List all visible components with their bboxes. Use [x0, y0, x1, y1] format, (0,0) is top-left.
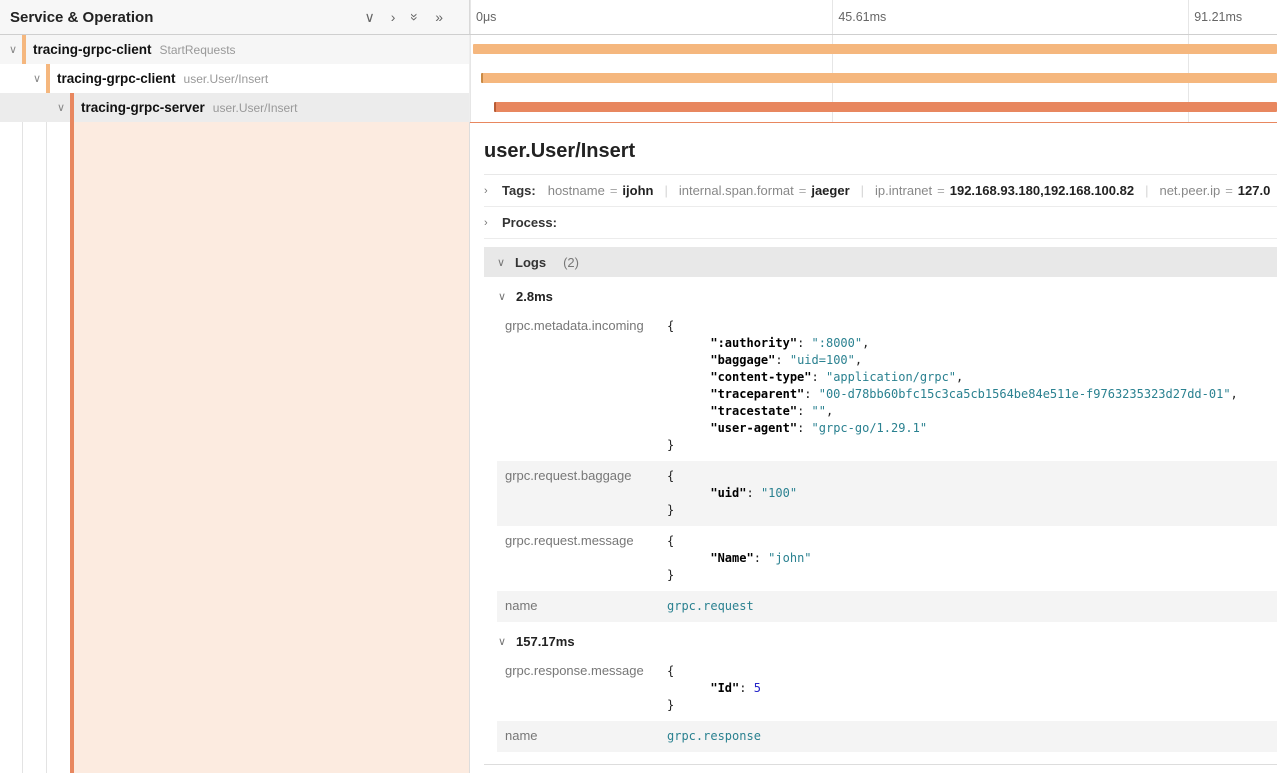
tag-equals: = [1225, 183, 1233, 198]
tag-equals: = [610, 183, 618, 198]
span-color-strip [70, 93, 74, 122]
tag-equals: = [937, 183, 945, 198]
tag-value: ijohn [622, 183, 653, 198]
logs-count: (2) [563, 255, 579, 270]
log-field-value: grpc.response [667, 721, 1277, 752]
log-timestamp: 157.17ms [516, 634, 575, 649]
chevron-down-icon: ∨ [497, 256, 507, 269]
log-field-key: name [497, 721, 667, 752]
timeline-header: Service & Operation ∨ › » » 0μs 45.61ms 91.21… [0, 0, 1277, 35]
log-group-header[interactable]: ∨ 157.17ms [497, 622, 1277, 656]
tag-value: 127.0 [1238, 183, 1271, 198]
chevron-down-icon[interactable]: ∨ [28, 72, 46, 85]
log-fields-table: grpc.response.message{ "Id": 5 }namegrpc… [497, 656, 1277, 752]
chevron-down-icon: ∨ [498, 635, 508, 648]
tag-value: jaeger [811, 183, 849, 198]
span-duration-bar[interactable] [481, 73, 1277, 83]
span-detail-title: user.User/Insert [484, 123, 1277, 174]
log-field-key: grpc.metadata.incoming [497, 311, 667, 461]
service-name: tracing-grpc-server [81, 100, 205, 115]
chevron-down-icon[interactable]: ∨ [4, 43, 22, 56]
tag-separator: | [1145, 183, 1148, 198]
collapse-all-icon[interactable]: » [408, 13, 422, 21]
span-detail-panel: user.User/Insert › Tags: hostname = ijohn |… [470, 122, 1277, 773]
tag-key: net.peer.ip [1159, 183, 1220, 198]
tag-key: ip.intranet [875, 183, 932, 198]
tag-separator: | [861, 183, 864, 198]
log-field-key: grpc.request.baggage [497, 461, 667, 526]
operation-name: user.User/Insert [184, 72, 269, 86]
tags-list: hostname = ijohn | internal.span.format = jaeg… [548, 183, 1271, 198]
chevron-right-icon: › [484, 185, 494, 197]
chevron-down-icon[interactable]: ∨ [364, 10, 374, 24]
log-field-row: grpc.request.baggage{ "uid": "100" } [497, 461, 1277, 526]
process-accordion[interactable]: › Process: [484, 207, 1277, 239]
timeline-gridline [470, 93, 471, 122]
expand-all-icon[interactable]: » [435, 10, 443, 24]
span-color-strip [22, 35, 26, 64]
logs-body: ∨ 2.8ms grpc.metadata.incoming{ ":authorit… [484, 277, 1277, 752]
log-field-value: grpc.request [667, 591, 1277, 622]
log-field-value: { "Name": "john" } [667, 526, 1277, 591]
log-fields-table: grpc.metadata.incoming{ ":authority": ":… [497, 311, 1277, 622]
tree-toolbar-icons: ∨ › » » [364, 10, 459, 24]
tag-equals: = [799, 183, 807, 198]
span-duration-bar[interactable] [473, 44, 1277, 54]
ruler-gridline [470, 0, 471, 34]
ruler-gridline [1188, 0, 1189, 34]
logs-footer-note: Log timestamps are relative to the start… [484, 764, 1277, 773]
log-field-key: name [497, 591, 667, 622]
service-operation-header: Service & Operation ∨ › » » [0, 0, 470, 34]
tag-separator: | [664, 183, 667, 198]
tag-key: hostname [548, 183, 605, 198]
tree-guide-line [46, 122, 47, 773]
operation-name: StartRequests [160, 43, 236, 57]
ruler-tick-label: 0μs [476, 10, 496, 24]
timeline-ruler[interactable]: 0μs 45.61ms 91.21ms [470, 0, 1277, 34]
span-row[interactable]: ∨ tracing-grpc-server user.User/Insert [0, 93, 1277, 122]
log-field-key: grpc.request.message [497, 526, 667, 591]
tag-key: internal.span.format [679, 183, 794, 198]
selected-span-left-column[interactable] [0, 122, 470, 773]
span-row[interactable]: ∨ tracing-grpc-client user.User/Insert [0, 64, 1277, 93]
timeline-body: user.User/Insert › Tags: hostname = ijohn |… [0, 122, 1277, 773]
tag-value: 192.168.93.180,192.168.100.82 [950, 183, 1134, 198]
log-field-row: grpc.request.message{ "Name": "john" } [497, 526, 1277, 591]
timeline-gridline [470, 35, 471, 64]
ruler-tick-label: 45.61ms [838, 10, 886, 24]
timeline-gridline [470, 64, 471, 93]
span-row[interactable]: ∨ tracing-grpc-client StartRequests [0, 35, 1277, 64]
log-field-key: grpc.response.message [497, 656, 667, 721]
trace-timeline-view: Service & Operation ∨ › » » 0μs 45.61ms 91.21… [0, 0, 1277, 773]
log-field-row: grpc.metadata.incoming{ ":authority": ":… [497, 311, 1277, 461]
span-rows: ∨ tracing-grpc-client StartRequests ∨ tracin… [0, 35, 1277, 122]
log-field-row: namegrpc.response [497, 721, 1277, 752]
logs-accordion[interactable]: ∨ Logs (2) [484, 247, 1277, 277]
log-field-row: namegrpc.request [497, 591, 1277, 622]
span-duration-bar[interactable] [494, 102, 1277, 112]
log-field-row: grpc.response.message{ "Id": 5 } [497, 656, 1277, 721]
service-name: tracing-grpc-client [57, 71, 176, 86]
logs-label: Logs [515, 255, 546, 270]
chevron-right-icon[interactable]: › [391, 10, 396, 24]
chevron-down-icon[interactable]: ∨ [52, 101, 70, 114]
service-name: tracing-grpc-client [33, 42, 152, 57]
log-timestamp: 2.8ms [516, 289, 553, 304]
tags-accordion[interactable]: › Tags: hostname = ijohn | internal.span.for… [484, 175, 1277, 207]
ruler-gridline [832, 0, 833, 34]
chevron-down-icon: ∨ [498, 290, 508, 303]
service-operation-title: Service & Operation [10, 9, 153, 26]
ruler-tick-label: 91.21ms [1194, 10, 1242, 24]
operation-name: user.User/Insert [213, 101, 298, 115]
tree-guide-line [22, 122, 23, 773]
selected-span-highlight [70, 122, 469, 773]
process-label: Process: [502, 215, 557, 230]
chevron-right-icon: › [484, 217, 494, 229]
span-color-strip [46, 64, 50, 93]
log-group-header[interactable]: ∨ 2.8ms [497, 277, 1277, 311]
log-field-value: { "uid": "100" } [667, 461, 1277, 526]
log-field-value: { "Id": 5 } [667, 656, 1277, 721]
log-field-value: { ":authority": ":8000", "baggage": "uid… [667, 311, 1277, 461]
tags-label: Tags: [502, 183, 536, 198]
